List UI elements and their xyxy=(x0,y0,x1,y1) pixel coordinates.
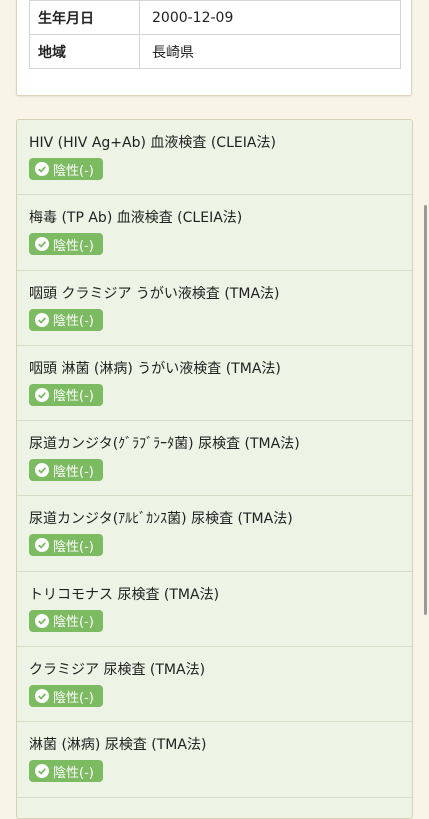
result-item-syphilis: 梅毒 (TP Ab) 血液検査 (CLEIA法) 陰性(-) xyxy=(17,195,412,271)
check-circle-icon xyxy=(35,689,49,704)
check-circle-icon xyxy=(35,237,49,252)
result-name: 尿道カンジタ(ｱﾙﾋﾞｶﾝｽ菌) 尿検査 (TMA法) xyxy=(29,511,293,528)
status-label: 陰性(-) xyxy=(53,765,94,781)
result-name: クラミジア 尿検査 (TMA法) xyxy=(29,662,206,679)
result-item-candida-glabrata: 尿道カンジタ(ｸﾞﾗﾌﾞﾗｰﾀ菌) 尿検査 (TMA法) 陰性(-) xyxy=(17,421,412,497)
region-value: 長崎県 xyxy=(139,34,401,69)
negative-status-badge: 陰性(-) xyxy=(29,760,103,783)
profile-row-region: 地域 長崎県 xyxy=(29,34,401,69)
profile-table: 生年月日 2000-12-09 地域 長崎県 xyxy=(29,0,401,69)
status-label: 陰性(-) xyxy=(53,464,94,480)
birthdate-value: 2000-12-09 xyxy=(139,0,401,35)
check-circle-icon xyxy=(35,613,49,628)
result-item-candida-albicans: 尿道カンジタ(ｱﾙﾋﾞｶﾝｽ菌) 尿検査 (TMA法) 陰性(-) xyxy=(17,496,412,572)
status-label: 陰性(-) xyxy=(53,690,94,706)
check-circle-icon xyxy=(35,312,49,327)
profile-row-birthdate: 生年月日 2000-12-09 xyxy=(29,0,401,35)
result-name: 咽頭 淋菌 (淋病) うがい液検査 (TMA法) xyxy=(29,360,281,377)
check-circle-icon xyxy=(35,162,49,176)
negative-status-badge: 陰性(-) xyxy=(29,308,103,331)
result-name: トリコモナス 尿検査 (TMA法) xyxy=(29,586,220,603)
negative-status-badge: 陰性(-) xyxy=(29,459,103,482)
negative-status-badge: 陰性(-) xyxy=(29,609,103,632)
result-name: 梅毒 (TP Ab) 血液検査 (CLEIA法) xyxy=(29,210,243,227)
profile-card: 生年月日 2000-12-09 地域 長崎県 xyxy=(16,0,412,96)
vertical-scrollbar[interactable] xyxy=(424,205,427,615)
check-circle-icon xyxy=(35,387,49,402)
negative-status-badge: 陰性(-) xyxy=(29,158,103,180)
result-item-trichomonas: トリコモナス 尿検査 (TMA法) 陰性(-) xyxy=(17,572,412,648)
birthdate-label: 生年月日 xyxy=(29,0,140,35)
check-circle-icon xyxy=(35,538,49,553)
region-label: 地域 xyxy=(29,34,140,69)
result-item-hiv: HIV (HIV Ag+Ab) 血液検査 (CLEIA法) 陰性(-) xyxy=(17,120,412,196)
result-item-throat-chlamydia: 咽頭 クラミジア うがい液検査 (TMA法) 陰性(-) xyxy=(17,271,412,346)
result-name: 淋菌 (淋病) 尿検査 (TMA法) xyxy=(29,737,207,754)
status-label: 陰性(-) xyxy=(53,539,94,555)
test-results-list: HIV (HIV Ag+Ab) 血液検査 (CLEIA法) 陰性(-) 梅毒 (… xyxy=(16,119,413,819)
check-circle-icon xyxy=(35,463,49,478)
result-name: 咽頭 クラミジア うがい液検査 (TMA法) xyxy=(29,285,280,302)
negative-status-badge: 陰性(-) xyxy=(29,233,103,256)
negative-status-badge: 陰性(-) xyxy=(29,534,103,557)
status-label: 陰性(-) xyxy=(53,615,94,631)
result-item-throat-gonorrhea: 咽頭 淋菌 (淋病) うがい液検査 (TMA法) 陰性(-) xyxy=(17,346,412,422)
status-label: 陰性(-) xyxy=(53,314,94,330)
negative-status-badge: 陰性(-) xyxy=(29,685,103,708)
check-circle-icon xyxy=(35,764,49,779)
result-name: 尿道カンジタ(ｸﾞﾗﾌﾞﾗｰﾀ菌) 尿検査 (TMA法) xyxy=(29,436,300,453)
result-name: HIV (HIV Ag+Ab) 血液検査 (CLEIA法) xyxy=(29,135,276,151)
result-item-gonorrhea: 淋菌 (淋病) 尿検査 (TMA法) 陰性(-) xyxy=(17,722,412,798)
result-item-chlamydia: クラミジア 尿検査 (TMA法) 陰性(-) xyxy=(17,647,412,723)
status-label: 陰性(-) xyxy=(53,163,94,179)
negative-status-badge: 陰性(-) xyxy=(29,383,103,406)
status-label: 陰性(-) xyxy=(53,389,94,405)
status-label: 陰性(-) xyxy=(53,238,94,254)
